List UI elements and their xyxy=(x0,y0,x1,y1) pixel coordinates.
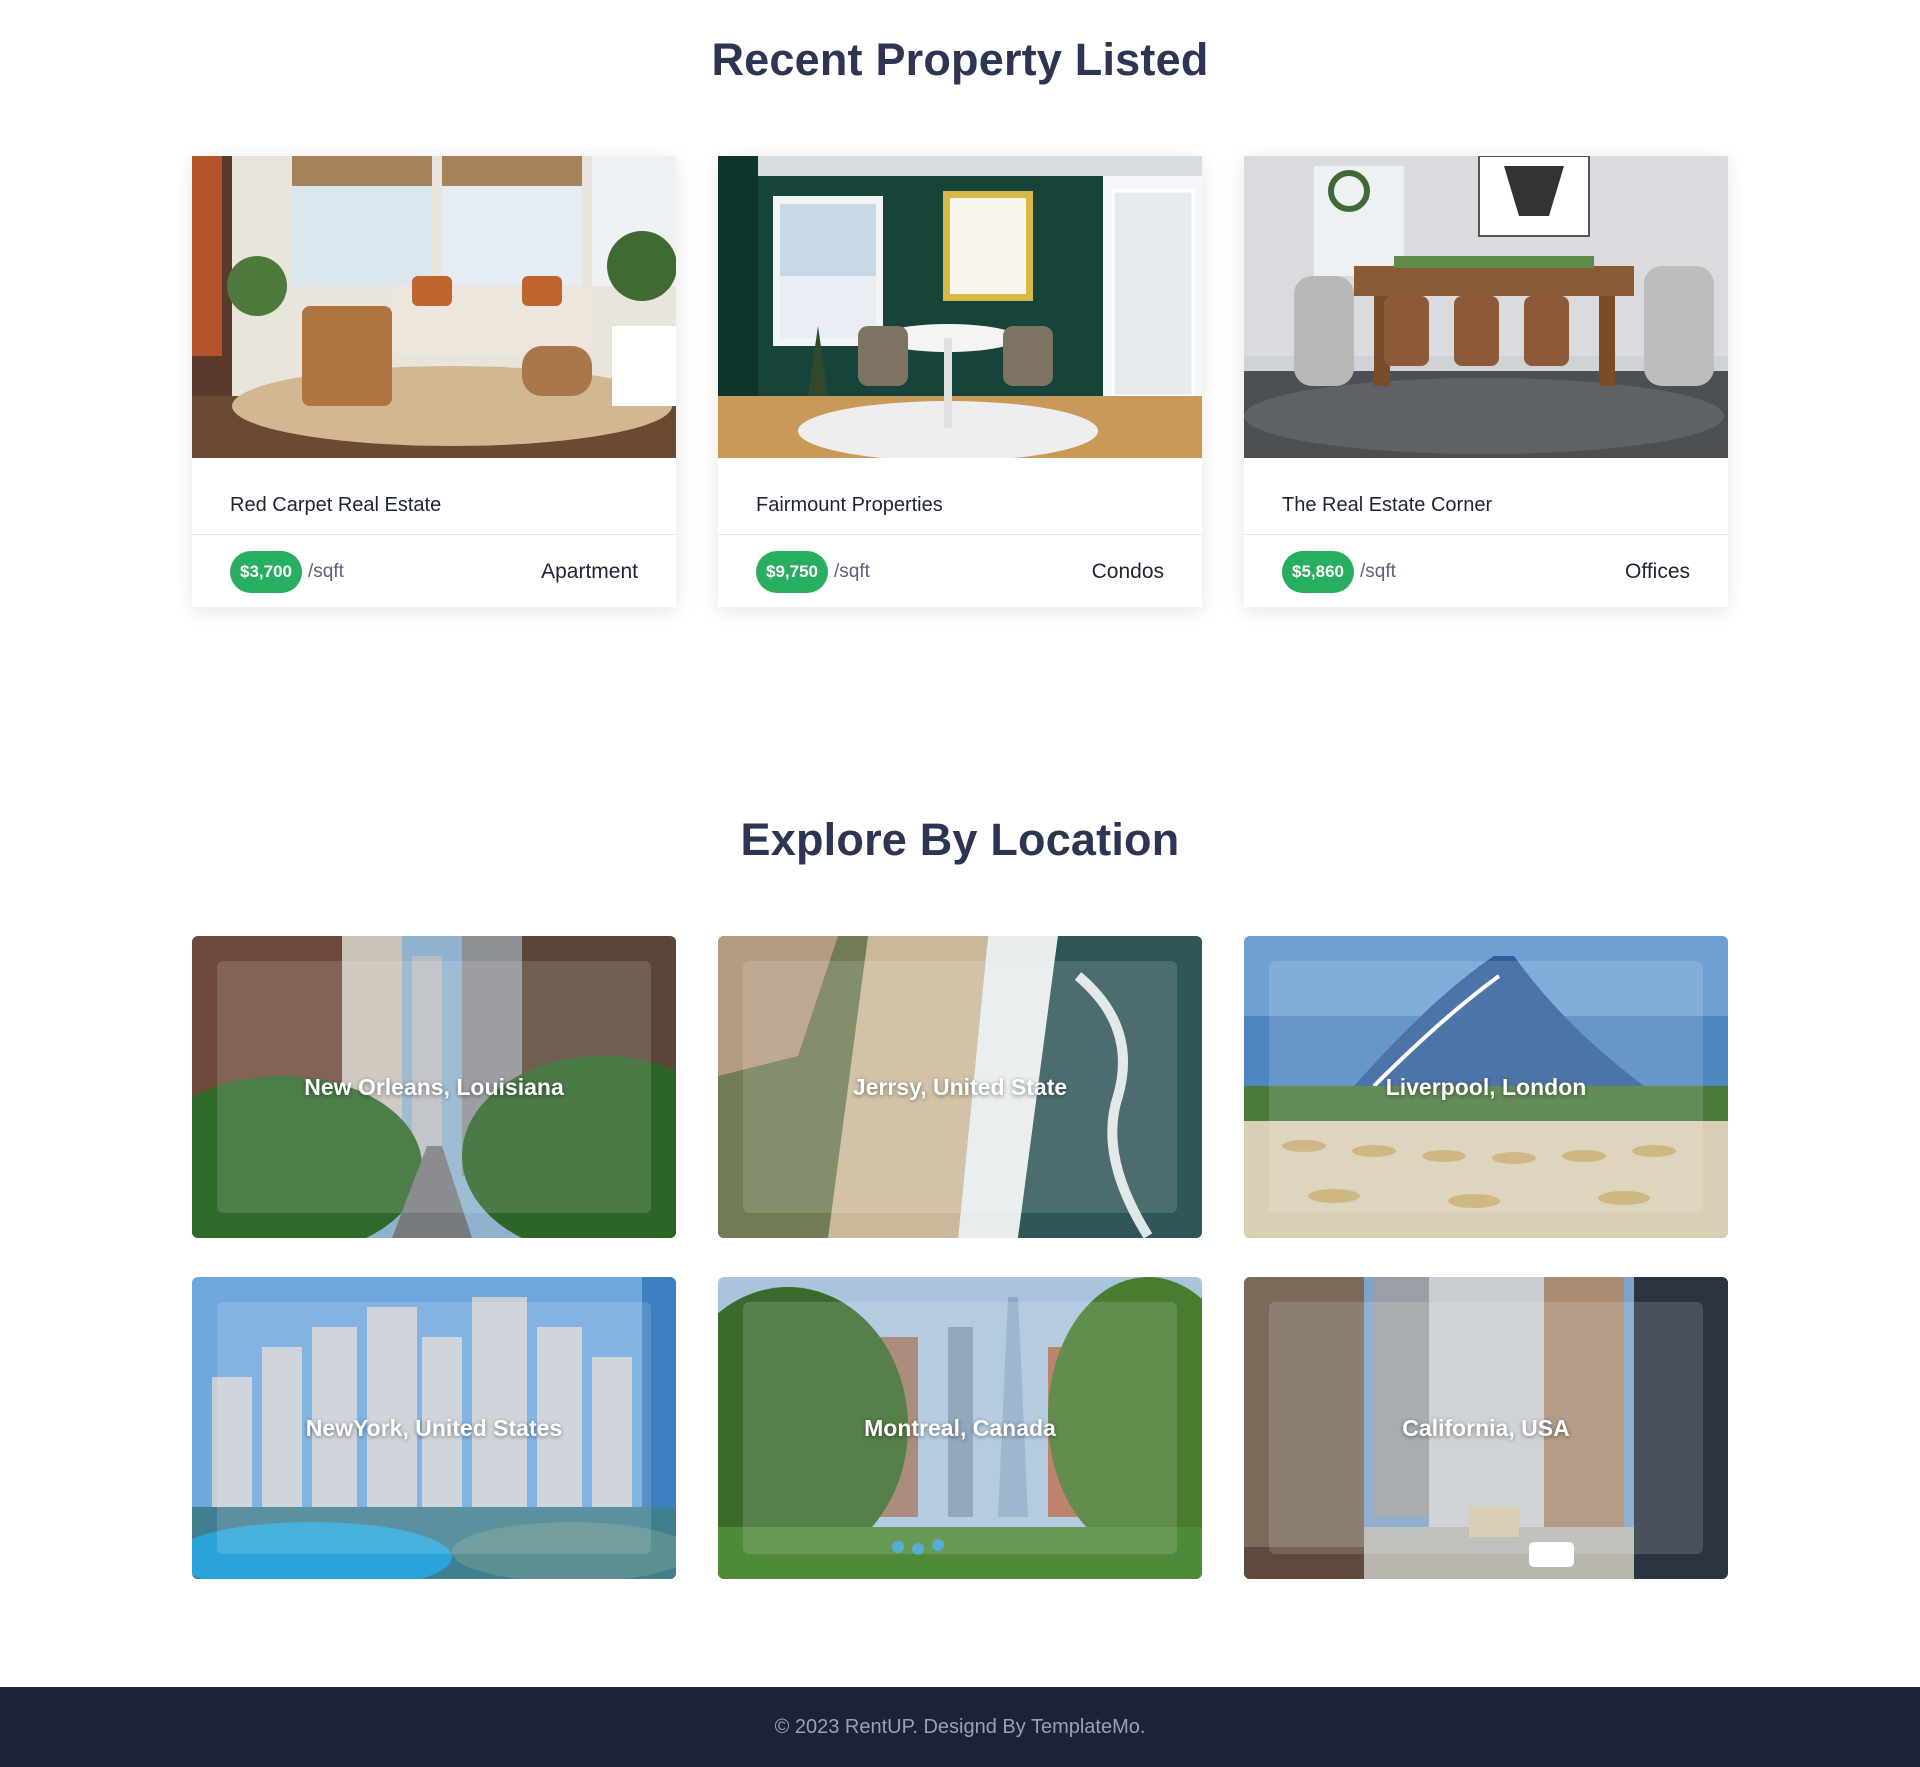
location-tile[interactable]: Jerrsy, United State xyxy=(718,936,1202,1238)
location-label[interactable]: New Orleans, Louisiana xyxy=(192,1074,676,1101)
location-label[interactable]: Jerrsy, United State xyxy=(718,1074,1202,1101)
location-label[interactable]: California, USA xyxy=(1244,1415,1728,1442)
price-badge: $3,700 xyxy=(230,551,302,593)
price-unit: /sqft xyxy=(1360,561,1396,582)
price-badge: $9,750 xyxy=(756,551,828,593)
property-image-living-room[interactable] xyxy=(192,156,676,458)
location-tile[interactable]: Montreal, Canada xyxy=(718,1277,1202,1579)
price-unit: /sqft xyxy=(834,561,870,582)
property-name[interactable]: Red Carpet Real Estate xyxy=(230,494,441,517)
property-image-dining-table[interactable] xyxy=(1244,156,1728,458)
property-name[interactable]: The Real Estate Corner xyxy=(1282,494,1492,517)
property-type: Condos xyxy=(1091,560,1164,583)
property-card[interactable]: The Real Estate Corner $5,860 /sqft Offi… xyxy=(1244,156,1728,607)
property-name[interactable]: Fairmount Properties xyxy=(756,494,943,517)
property-type: Offices xyxy=(1625,560,1690,583)
property-type: Apartment xyxy=(541,560,638,583)
location-label[interactable]: Liverpool, London xyxy=(1244,1074,1728,1101)
location-label[interactable]: NewYork, United States xyxy=(192,1415,676,1442)
location-tile[interactable]: California, USA xyxy=(1244,1277,1728,1579)
card-divider xyxy=(1244,534,1728,535)
property-card[interactable]: Fairmount Properties $9,750 /sqft Condos xyxy=(718,156,1202,607)
property-image-green-dining[interactable] xyxy=(718,156,1202,458)
property-card[interactable]: Red Carpet Real Estate $3,700 /sqft Apar… xyxy=(192,156,676,607)
card-divider xyxy=(718,534,1202,535)
location-label[interactable]: Montreal, Canada xyxy=(718,1415,1202,1442)
location-tile[interactable]: New Orleans, Louisiana xyxy=(192,936,676,1238)
location-tile[interactable]: NewYork, United States xyxy=(192,1277,676,1579)
explore-section-title: Explore By Location xyxy=(740,814,1180,865)
card-divider xyxy=(192,534,676,535)
site-footer: © 2023 RentUP. Designd By TemplateMo. xyxy=(0,1687,1920,1767)
location-tile[interactable]: Liverpool, London xyxy=(1244,936,1728,1238)
footer-copyright: © 2023 RentUP. Designd By TemplateMo. xyxy=(774,1715,1146,1738)
price-badge: $5,860 xyxy=(1282,551,1354,593)
price-unit: /sqft xyxy=(308,561,344,582)
recent-section-title: Recent Property Listed xyxy=(711,34,1209,85)
